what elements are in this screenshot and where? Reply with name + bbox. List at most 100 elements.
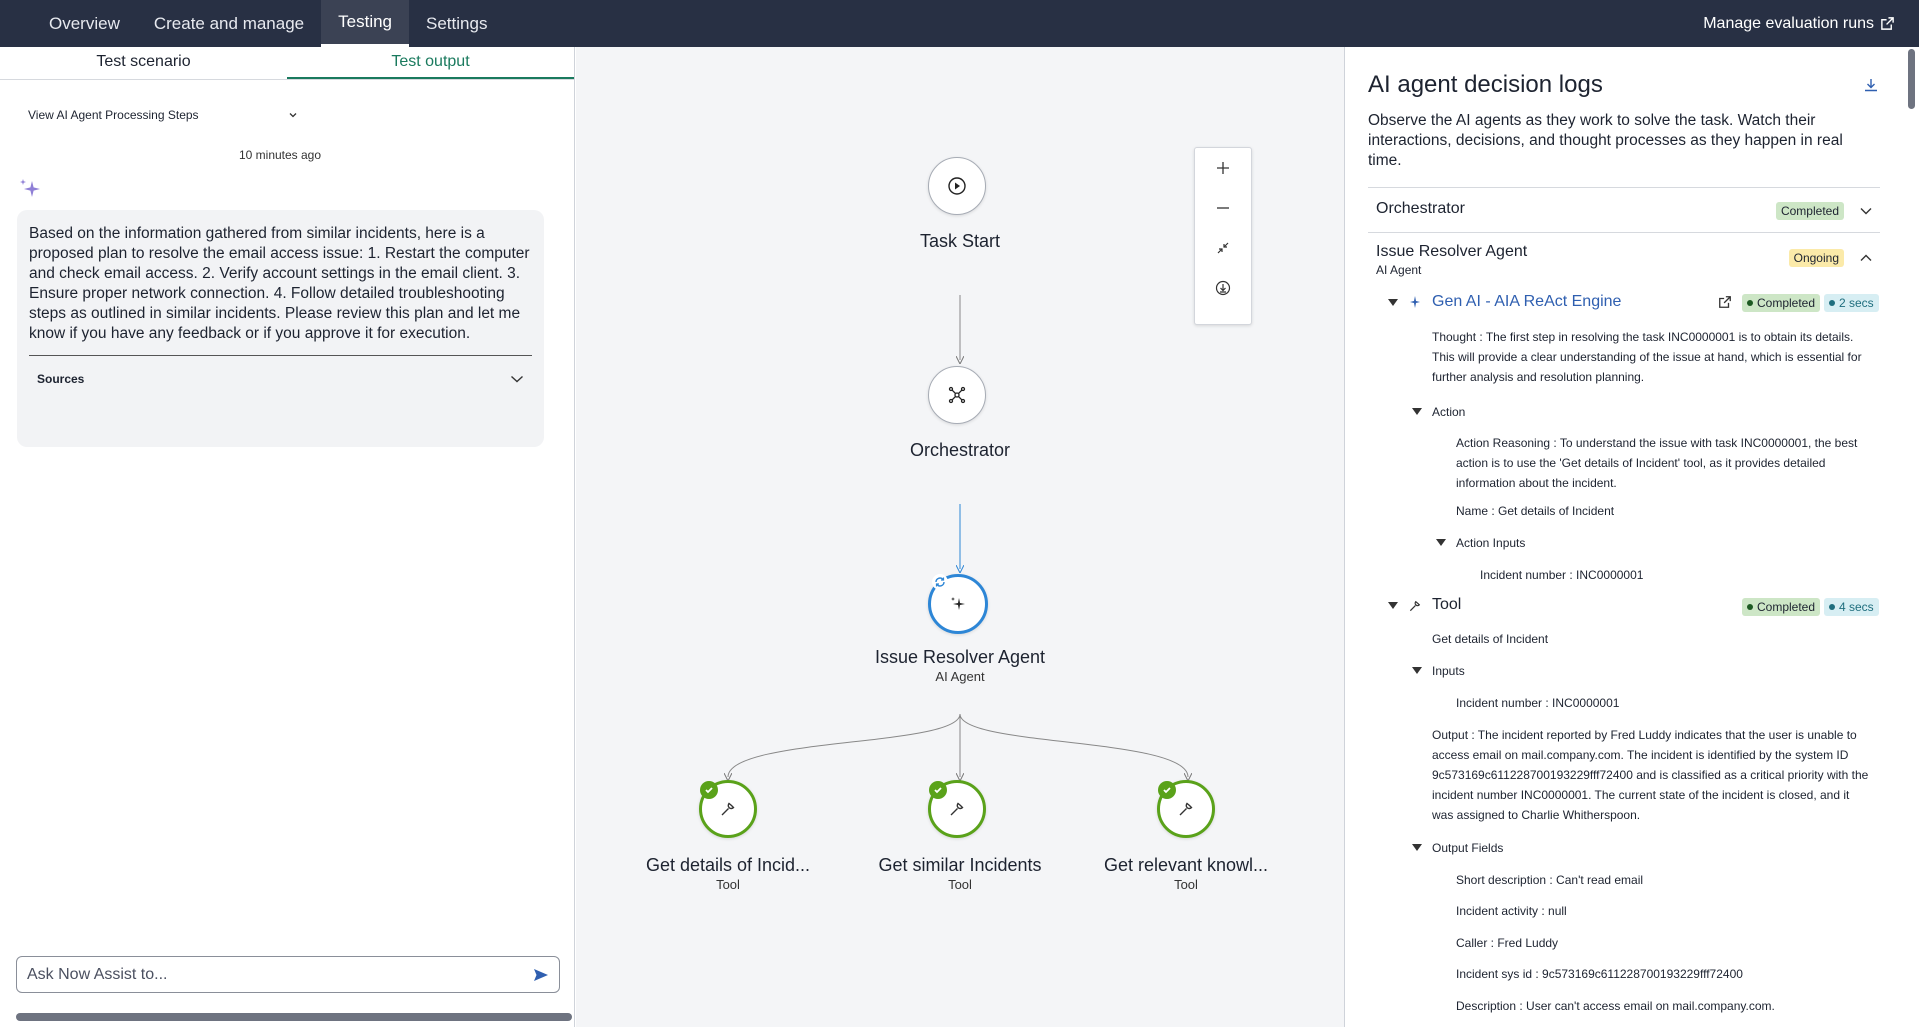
output-field: Description : User can't access email on… (1456, 999, 1775, 1013)
tab-testing[interactable]: Testing (321, 0, 410, 47)
subtab-test-output[interactable]: Test output (287, 47, 574, 79)
status-badge: Completed (1775, 202, 1844, 220)
refresh-icon (932, 574, 948, 590)
action-reasoning: Action Reasoning : To understand the iss… (1456, 436, 1858, 490)
orchestrator-label: Orchestrator (909, 440, 1011, 460)
duration-dot-icon (1829, 300, 1835, 306)
ask-input[interactable] (27, 965, 533, 984)
external-link-icon[interactable] (1718, 295, 1732, 309)
expand-toggle-icon[interactable] (1412, 844, 1422, 851)
task-start-label: Task Start (919, 231, 1001, 251)
output-field: Caller : Fred Luddy (1456, 936, 1559, 950)
orchestrator-log-row[interactable]: Orchestrator Completed (1368, 187, 1880, 232)
zoom-controls (1194, 147, 1252, 325)
agent-log-type: AI Agent (1376, 263, 1422, 277)
tool-label: Get similar Incidents (878, 855, 1042, 875)
vertical-scrollbar[interactable] (1908, 49, 1915, 109)
manage-evaluation-runs-link[interactable]: Manage evaluation runs (1703, 0, 1895, 47)
agent-label: Issue Resolver Agent (874, 647, 1046, 667)
nav-tabs: Overview Create and manage Testing Setti… (32, 0, 504, 47)
panel-description: Observe the AI agents as they work to so… (1368, 112, 1843, 169)
agent-log-name: Issue Resolver Agent (1376, 243, 1528, 260)
wrench-icon (1179, 802, 1193, 816)
status-text: Completed (1757, 600, 1816, 614)
send-icon[interactable] (533, 967, 549, 983)
check-icon (929, 781, 947, 799)
sparkle-icon (1410, 296, 1420, 308)
output-field: Incident activity : null (1456, 904, 1567, 918)
sources-toggle[interactable]: Sources (29, 372, 532, 386)
wrench-icon (721, 802, 735, 816)
zoom-in-button[interactable] (1195, 148, 1251, 188)
tab-overview[interactable]: Overview (32, 0, 137, 47)
decision-logs-panel: AI agent decision logs Observe the AI ag… (1346, 47, 1919, 1027)
wrench-icon (950, 802, 964, 816)
agent-log-row[interactable]: Issue Resolver Agent AI Agent Ongoing (1368, 232, 1880, 284)
genai-step-link[interactable]: Gen AI - AIA ReAct Engine (1432, 293, 1621, 311)
message-timestamp: 10 minutes ago (238, 148, 322, 162)
action-name: Name : Get details of Incident (1456, 504, 1615, 518)
check-icon (700, 781, 718, 799)
download-icon[interactable] (1863, 77, 1879, 93)
duration-text: 2 secs (1839, 296, 1874, 310)
tool-type-label: Tool (948, 877, 972, 892)
task-start-node[interactable] (928, 157, 986, 215)
tool-name: Get details of Incident (1432, 632, 1549, 646)
wrench-icon (1409, 600, 1421, 612)
tool-step-title: Tool (1432, 596, 1462, 613)
tool-output: Output : The incident reported by Fred L… (1432, 728, 1869, 822)
chevron-up-icon (1860, 254, 1872, 261)
action-input-value: Incident number : INC0000001 (1480, 568, 1644, 582)
tab-settings[interactable]: Settings (409, 0, 504, 47)
check-icon (1158, 781, 1176, 799)
ask-now-assist-field[interactable] (16, 956, 560, 993)
orchestrator-node[interactable] (928, 366, 986, 424)
download-image-button[interactable] (1195, 268, 1251, 308)
processing-steps-dropdown[interactable]: View AI Agent Processing Steps (28, 103, 298, 127)
assistant-message-text: Based on the information gathered from s… (29, 225, 530, 342)
expand-toggle-icon[interactable] (1388, 602, 1398, 609)
message-divider (29, 355, 532, 356)
output-field: Short description : Can't read email (1456, 873, 1644, 887)
tab-create-and-manage[interactable]: Create and manage (137, 0, 321, 47)
expand-toggle-icon[interactable] (1388, 299, 1398, 306)
output-fields-label: Output Fields (1432, 841, 1504, 855)
orchestrator-icon (948, 386, 966, 404)
status-badge: Ongoing (1788, 249, 1844, 267)
tool-inputs-label: Inputs (1432, 664, 1465, 678)
tool-label: Get relevant knowl... (1103, 855, 1269, 875)
fit-view-button[interactable] (1195, 228, 1251, 268)
assistant-message: Based on the information gathered from s… (17, 210, 544, 447)
zoom-out-button[interactable] (1195, 188, 1251, 228)
tool-input-value: Incident number : INC0000001 (1456, 696, 1620, 710)
horizontal-scrollbar[interactable] (16, 1013, 572, 1021)
tool-type-label: Tool (1174, 877, 1198, 892)
manage-evaluation-runs-label: Manage evaluation runs (1703, 14, 1874, 32)
subtabs: Test scenario Test output (0, 47, 574, 80)
edge-agent-to-tool-3 (959, 713, 1188, 777)
expand-toggle-icon[interactable] (1412, 667, 1422, 674)
plus-icon (1217, 162, 1229, 174)
action-section-label: Action (1432, 405, 1466, 419)
sources-label: Sources (37, 372, 85, 386)
agent-type-label: AI Agent (935, 669, 985, 684)
agent-flow-canvas: Task Start Orchestrator Issue Resolver A… (576, 47, 1345, 1027)
test-output-panel: Test scenario Test output View AI Agent … (0, 47, 575, 1027)
play-icon (948, 177, 966, 195)
duration-dot-icon (1829, 604, 1835, 610)
status-text: Completed (1757, 296, 1816, 310)
status-pill: Completed (1742, 294, 1821, 312)
chevron-down-icon (511, 375, 523, 383)
tool-label: Get details of Incid... (645, 855, 811, 875)
panel-title: AI agent decision logs (1368, 71, 1603, 98)
action-inputs-label: Action Inputs (1456, 536, 1526, 550)
duration-pill: 4 secs (1824, 598, 1879, 616)
sparkle-icon (20, 179, 40, 197)
edge-agent-to-tool-1 (728, 713, 961, 777)
status-dot-icon (1747, 604, 1753, 610)
expand-toggle-icon[interactable] (1412, 408, 1422, 415)
expand-toggle-icon[interactable] (1436, 539, 1446, 546)
subtab-test-scenario[interactable]: Test scenario (0, 47, 287, 79)
sparkle-icon (951, 597, 965, 610)
collapse-icon (1217, 242, 1229, 254)
